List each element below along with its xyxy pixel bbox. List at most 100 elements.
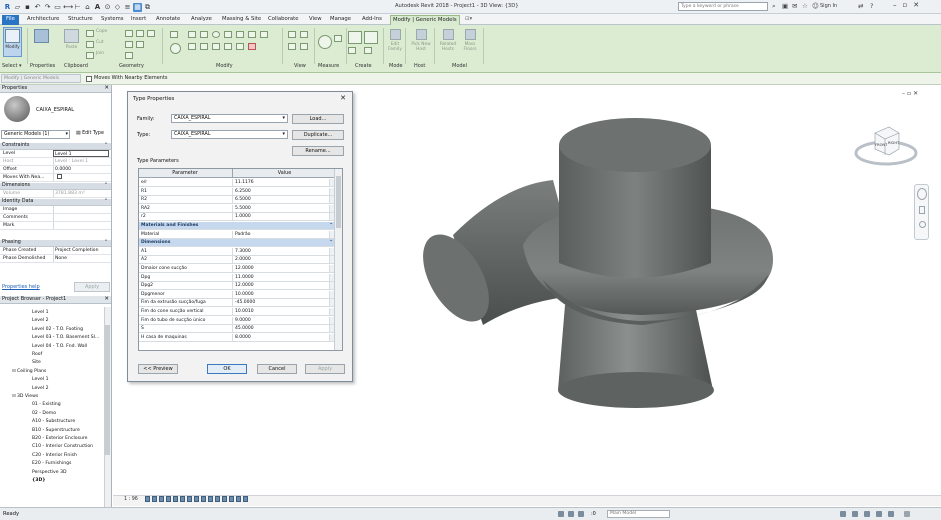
geometry-tool-2-icon[interactable] [136,30,144,37]
view-tool-3-icon[interactable] [288,43,296,50]
view-tool-1-icon[interactable] [288,31,296,38]
parameter-row[interactable]: Dmaior cone sucção 12.0000 [139,265,336,273]
modify-button[interactable]: Modify [3,27,22,57]
parameter-row[interactable]: A1 7.3000 [139,247,336,256]
detail-level-icon[interactable] [145,496,150,502]
identity-group[interactable]: Identity Data ⌃ [0,199,111,206]
browser-item[interactable]: E20 - Furnishings [2,460,102,468]
switch-windows-icon[interactable]: ⧉ [143,3,152,12]
parameter-row[interactable]: H casa de maquinas 8.0000 [139,333,336,342]
rename-button[interactable]: Rename... [292,146,344,156]
view-scale[interactable]: 1 : 96 [124,497,138,502]
browser-item[interactable]: C20 - Interior Finish [2,452,102,460]
parameter-row[interactable]: Fim do tubo de sucção único 9.0000 [139,316,336,325]
parameter-row[interactable]: Fim da extrusão sucção/fuga -45.0000 [139,299,336,308]
reveal-hidden-icon[interactable] [208,496,213,502]
dimension-icon[interactable]: ⊢ [73,3,82,12]
restore-icon[interactable]: ▫ [903,1,908,9]
mass-floors-button[interactable]: Mass Floors [460,27,480,57]
parameter-value[interactable]: 9.0000 [232,316,328,324]
join-label[interactable]: Join [96,51,104,57]
property-row[interactable]: Phase Created Project Completion [0,247,111,255]
redo-icon[interactable]: ↷ [43,3,52,12]
open-icon[interactable]: ▱ [13,3,22,12]
thin-lines-icon[interactable]: ≡ [123,3,132,12]
tab-manage[interactable]: Manage [328,15,353,25]
parameter-row[interactable]: Dpg 11.0000 [139,273,336,282]
tab-insert[interactable]: Insert [129,15,148,25]
pick-new-host-button[interactable]: Pick New Host [410,27,432,57]
cancel-button[interactable]: Cancel [257,364,297,374]
trim-icon[interactable] [212,43,220,50]
property-row[interactable]: Comments [0,214,111,222]
tag-icon[interactable]: ⌂ [83,3,92,12]
instance-selector[interactable]: Generic Models (1) ▾ [1,130,70,139]
exchange-icon[interactable]: ⇄ [858,2,863,10]
parameter-group[interactable]: Dimensions ⌃ [139,239,336,248]
align-icon[interactable] [170,31,178,38]
grid-scroll-thumb[interactable] [336,176,341,228]
select-pinned-icon[interactable] [864,511,870,517]
parameter-value[interactable]: 11.0000 [232,273,328,281]
viewcube[interactable]: FRONT RIGHT [853,123,919,167]
viewcube-right-label[interactable]: RIGHT [888,141,899,145]
column-header-value[interactable]: Value [232,169,336,177]
tab-collaborate[interactable]: Collaborate [266,15,301,25]
parameter-value[interactable]: 10.0010 [232,308,328,315]
move-icon[interactable] [170,43,181,54]
parameter-value[interactable]: Padrão [232,230,328,238]
parameter-value[interactable]: 11.1176 [232,179,328,186]
related-hosts-button[interactable]: Related Hosts [438,27,458,57]
browser-item[interactable]: Level 04 - T.O. Fnd. Wall [2,343,102,351]
crop-view-icon[interactable] [180,496,185,502]
revit-logo-icon[interactable]: R [3,3,12,12]
browser-item[interactable]: Site [2,359,102,367]
grid-scrollbar[interactable] [334,169,342,350]
geometry-tool-3-icon[interactable] [147,30,155,37]
parameter-group[interactable]: Materials and Finishes ⌃ [139,222,336,230]
load-button[interactable]: Load... [292,114,344,124]
mirror-axis-icon[interactable] [188,43,196,50]
save-icon[interactable]: ▪ [23,3,32,12]
parameter-value[interactable]: 5.5000 [232,204,328,212]
select-underlay-icon[interactable] [852,511,858,517]
duplicate-button[interactable]: Duplicate... [292,130,344,140]
tab-annotate[interactable]: Annotate [154,15,182,25]
section-icon[interactable]: ◇ [113,3,122,12]
geometry-tool-6-icon[interactable] [125,52,133,59]
filter-icon[interactable] [904,511,910,517]
model-selector[interactable]: Main Model [607,510,670,518]
parameter-row[interactable]: Dpgmenor 10.0000 [139,290,336,299]
apply-button[interactable]: Apply [305,364,345,374]
tab-file[interactable]: File [2,15,19,25]
tab-view[interactable]: View [307,15,324,25]
show-crop-icon[interactable] [187,496,192,502]
close-icon[interactable]: ✕ [104,85,109,92]
paste-button[interactable]: Paste [62,27,81,57]
temp-hide-icon[interactable] [201,496,206,502]
parameter-value[interactable]: 1.0000 [232,213,328,221]
create-similar-icon[interactable] [364,47,372,54]
search-input[interactable]: Type a keyword or phrase [678,2,768,11]
tab-structure[interactable]: Structure [66,15,95,25]
create-assembly-icon[interactable] [348,31,362,44]
close-icon[interactable]: ✕ [340,94,346,102]
rotate-icon[interactable] [212,31,220,38]
browser-item[interactable]: C10 - Interior Construction [2,443,102,451]
browser-item[interactable]: ⊟Ceiling Plans [2,368,102,376]
browser-item[interactable]: {3D} [2,477,102,485]
checkbox[interactable] [57,174,62,179]
parameter-row[interactable]: Dpg2 12.0000 [139,282,336,291]
collapse-icon[interactable]: ⌃ [329,239,333,246]
parameter-value[interactable]: 6.2500 [232,187,328,195]
view-tool-2-icon[interactable] [300,31,308,38]
zoom-region-icon[interactable] [919,221,926,228]
parameter-value[interactable]: 12.0000 [232,282,328,290]
3d-view-icon[interactable]: ⊙ [103,3,112,12]
browser-item[interactable]: 02 - Demo [2,410,102,418]
render-icon[interactable] [173,496,178,502]
mirror-draw-icon[interactable] [200,31,208,38]
search-icon[interactable]: ⌕ [772,2,776,11]
select-links-icon[interactable] [840,511,846,517]
browser-item[interactable]: Level 1 [2,376,102,384]
